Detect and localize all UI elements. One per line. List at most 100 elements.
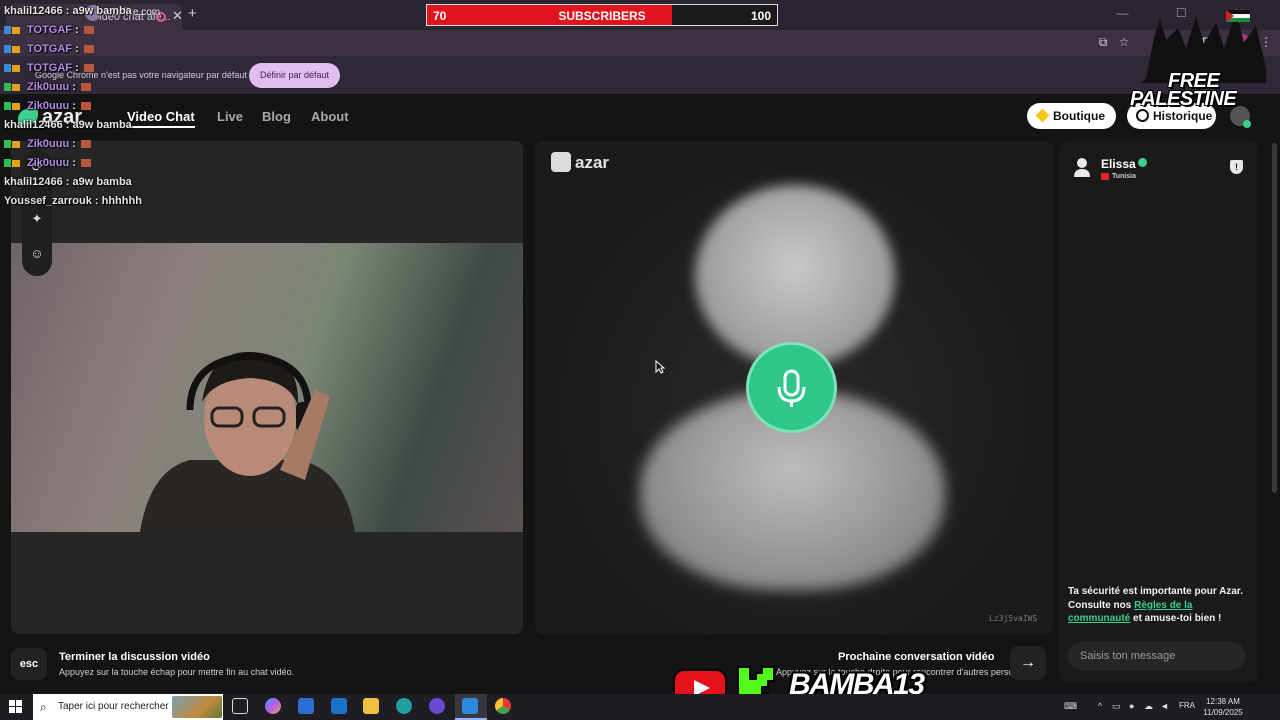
clock-time: 12:38 AM — [1206, 697, 1240, 706]
nav-video-chat[interactable]: Video Chat — [127, 109, 195, 128]
stream-chat-line: Zik0uuu : — [4, 100, 91, 112]
nav-about[interactable]: About — [311, 109, 349, 124]
stream-chat-separator: : — [69, 81, 79, 93]
partner-watermark-logo: azar — [551, 152, 609, 173]
azar-leaf-icon — [551, 152, 571, 172]
task-view-icon[interactable] — [232, 698, 248, 714]
copilot-icon[interactable] — [265, 698, 281, 714]
clock-date: 11/09/2025 — [1203, 708, 1243, 717]
gift-emote-icon — [80, 83, 91, 91]
partner-logo-text: azar — [575, 153, 610, 172]
network-icon[interactable]: ▭ — [1112, 701, 1121, 712]
partner-name: Elissa — [1101, 157, 1136, 171]
clock-display[interactable]: 12:38 AM 11/09/2025 — [1202, 696, 1244, 718]
stream-chat-user: Zik0uuu — [27, 81, 70, 93]
stream-chat-line: TOTGAF : — [4, 43, 94, 55]
stream-chat-message: a9w bamba — [72, 5, 132, 17]
stream-chat-separator: : — [69, 157, 79, 169]
onedrive-icon[interactable]: ☁ — [1144, 701, 1153, 712]
windows-start-icon[interactable] — [9, 700, 22, 713]
stream-chat-user: TOTGAF — [27, 43, 73, 55]
chrome-icon[interactable] — [495, 698, 511, 714]
nav-blog[interactable]: Blog — [262, 109, 291, 124]
stream-chat-separator: : — [72, 62, 82, 74]
stream-chat-user: khalil12466 — [4, 176, 63, 188]
stream-chat-separator: : — [91, 195, 102, 207]
voice-mode-mic-button[interactable] — [746, 342, 837, 433]
stream-chat-message: a9w bamba — [72, 119, 132, 131]
address-bar[interactable] — [0, 30, 1280, 56]
set-default-button[interactable]: Définir par défaut — [249, 63, 340, 88]
outlook-icon[interactable] — [331, 698, 347, 714]
stream-chat-separator: : — [72, 43, 82, 55]
subscriber-goal: 100 — [750, 9, 771, 23]
stream-chat-message: hhhhhh — [101, 195, 142, 207]
file-explorer-icon[interactable] — [363, 698, 379, 714]
end-chat-title: Terminer la discussion vidéo — [59, 651, 210, 663]
volume-icon[interactable]: ◄ — [1160, 701, 1169, 711]
subscriber-goal-bar: 70 SUBSCRIBERS 100 — [426, 4, 778, 26]
stream-chat-line: TOTGAF : — [4, 24, 94, 36]
edge-icon[interactable] — [396, 698, 412, 714]
tab-close-icon[interactable]: ✕ — [172, 8, 183, 24]
store-icon[interactable] — [298, 698, 314, 714]
chat-badge-icons — [4, 101, 24, 111]
taskbar-search-text[interactable]: Taper ici pour rechercher — [58, 701, 169, 712]
online-status-dot — [1243, 120, 1251, 128]
stream-chat-line: Zik0uuu : — [4, 157, 91, 169]
stream-chat-line: khalil12466 : a9w bamba — [4, 176, 132, 188]
subscriber-label: SUBSCRIBERS — [558, 9, 646, 23]
stream-chat-user: TOTGAF — [27, 24, 73, 36]
next-chat-title: Prochaine conversation vidéo — [838, 651, 995, 663]
tray-chevron-icon[interactable]: ^ — [1098, 701, 1102, 711]
next-chat-arrow-button[interactable]: → — [1010, 646, 1046, 680]
stream-chat-message: a9w bamba — [72, 176, 132, 188]
session-id: Lz3j5vaIWS — [989, 614, 1038, 623]
gem-icon — [1035, 108, 1050, 123]
chat-badge-icons — [4, 25, 24, 35]
gift-emote-icon — [83, 64, 94, 72]
safety-notice: Ta sécurité est importante pour Azar. Co… — [1068, 585, 1248, 626]
chat-badge-icons — [4, 139, 24, 149]
stream-chat-line: khalil12466 : a9w bamba — [4, 119, 132, 131]
sparkle-effects-icon[interactable]: ✦ — [30, 212, 44, 226]
stream-chat-user: khalil12466 — [4, 5, 63, 17]
stream-chat-user: Zik0uuu — [27, 100, 70, 112]
streamer-figure — [140, 351, 355, 532]
stream-chat-user: Zik0uuu — [27, 138, 70, 150]
obs-icon[interactable] — [429, 698, 445, 714]
page-scrollbar[interactable] — [1272, 143, 1277, 493]
install-app-icon[interactable]: ⧉ — [1096, 35, 1110, 49]
message-input[interactable] — [1068, 642, 1246, 670]
face-filter-icon[interactable]: ☺ — [30, 247, 44, 261]
esc-key-button[interactable]: esc — [11, 648, 47, 680]
boutique-button[interactable]: Boutique — [1027, 103, 1116, 129]
stream-chat-separator: : — [62, 176, 73, 188]
chat-badge-icons — [4, 82, 24, 92]
stream-chat-separator: : — [72, 24, 82, 36]
tunisia-flag-icon — [1101, 173, 1109, 180]
report-shield-icon[interactable]: ! — [1230, 160, 1243, 174]
stream-chat-separator: : — [69, 138, 79, 150]
nav-live[interactable]: Live — [217, 109, 243, 124]
end-chat-description: Appuyez sur la touche échap pour mettre … — [59, 667, 295, 677]
default-browser-infobar: Google Chrome n'est pas votre navigateur… — [0, 56, 1280, 94]
microphone-tray-icon[interactable]: ● — [1129, 701, 1134, 711]
stream-chat-user: TOTGAF — [27, 62, 73, 74]
gift-emote-icon — [80, 140, 91, 148]
keyboard-icon[interactable]: ⌨ — [1064, 701, 1077, 712]
boutique-label: Boutique — [1053, 109, 1105, 123]
gift-emote-icon — [83, 26, 94, 34]
banner-line-2: PALESTINE — [1130, 88, 1237, 110]
gift-emote-icon — [80, 159, 91, 167]
partner-country: Tunisia — [1112, 173, 1136, 180]
safety-suffix: et amuse-toi bien ! — [1130, 613, 1222, 624]
stream-chat-line: Zik0uuu : — [4, 81, 91, 93]
stream-chat-line: Zik0uuu : — [4, 138, 91, 150]
microphone-icon — [777, 369, 806, 407]
app-window-icon[interactable] — [462, 698, 478, 714]
new-tab-button[interactable]: + — [188, 5, 197, 22]
stream-chat-separator: : — [69, 100, 79, 112]
gift-emote-icon — [83, 45, 94, 53]
language-indicator[interactable]: FRA — [1179, 701, 1195, 710]
